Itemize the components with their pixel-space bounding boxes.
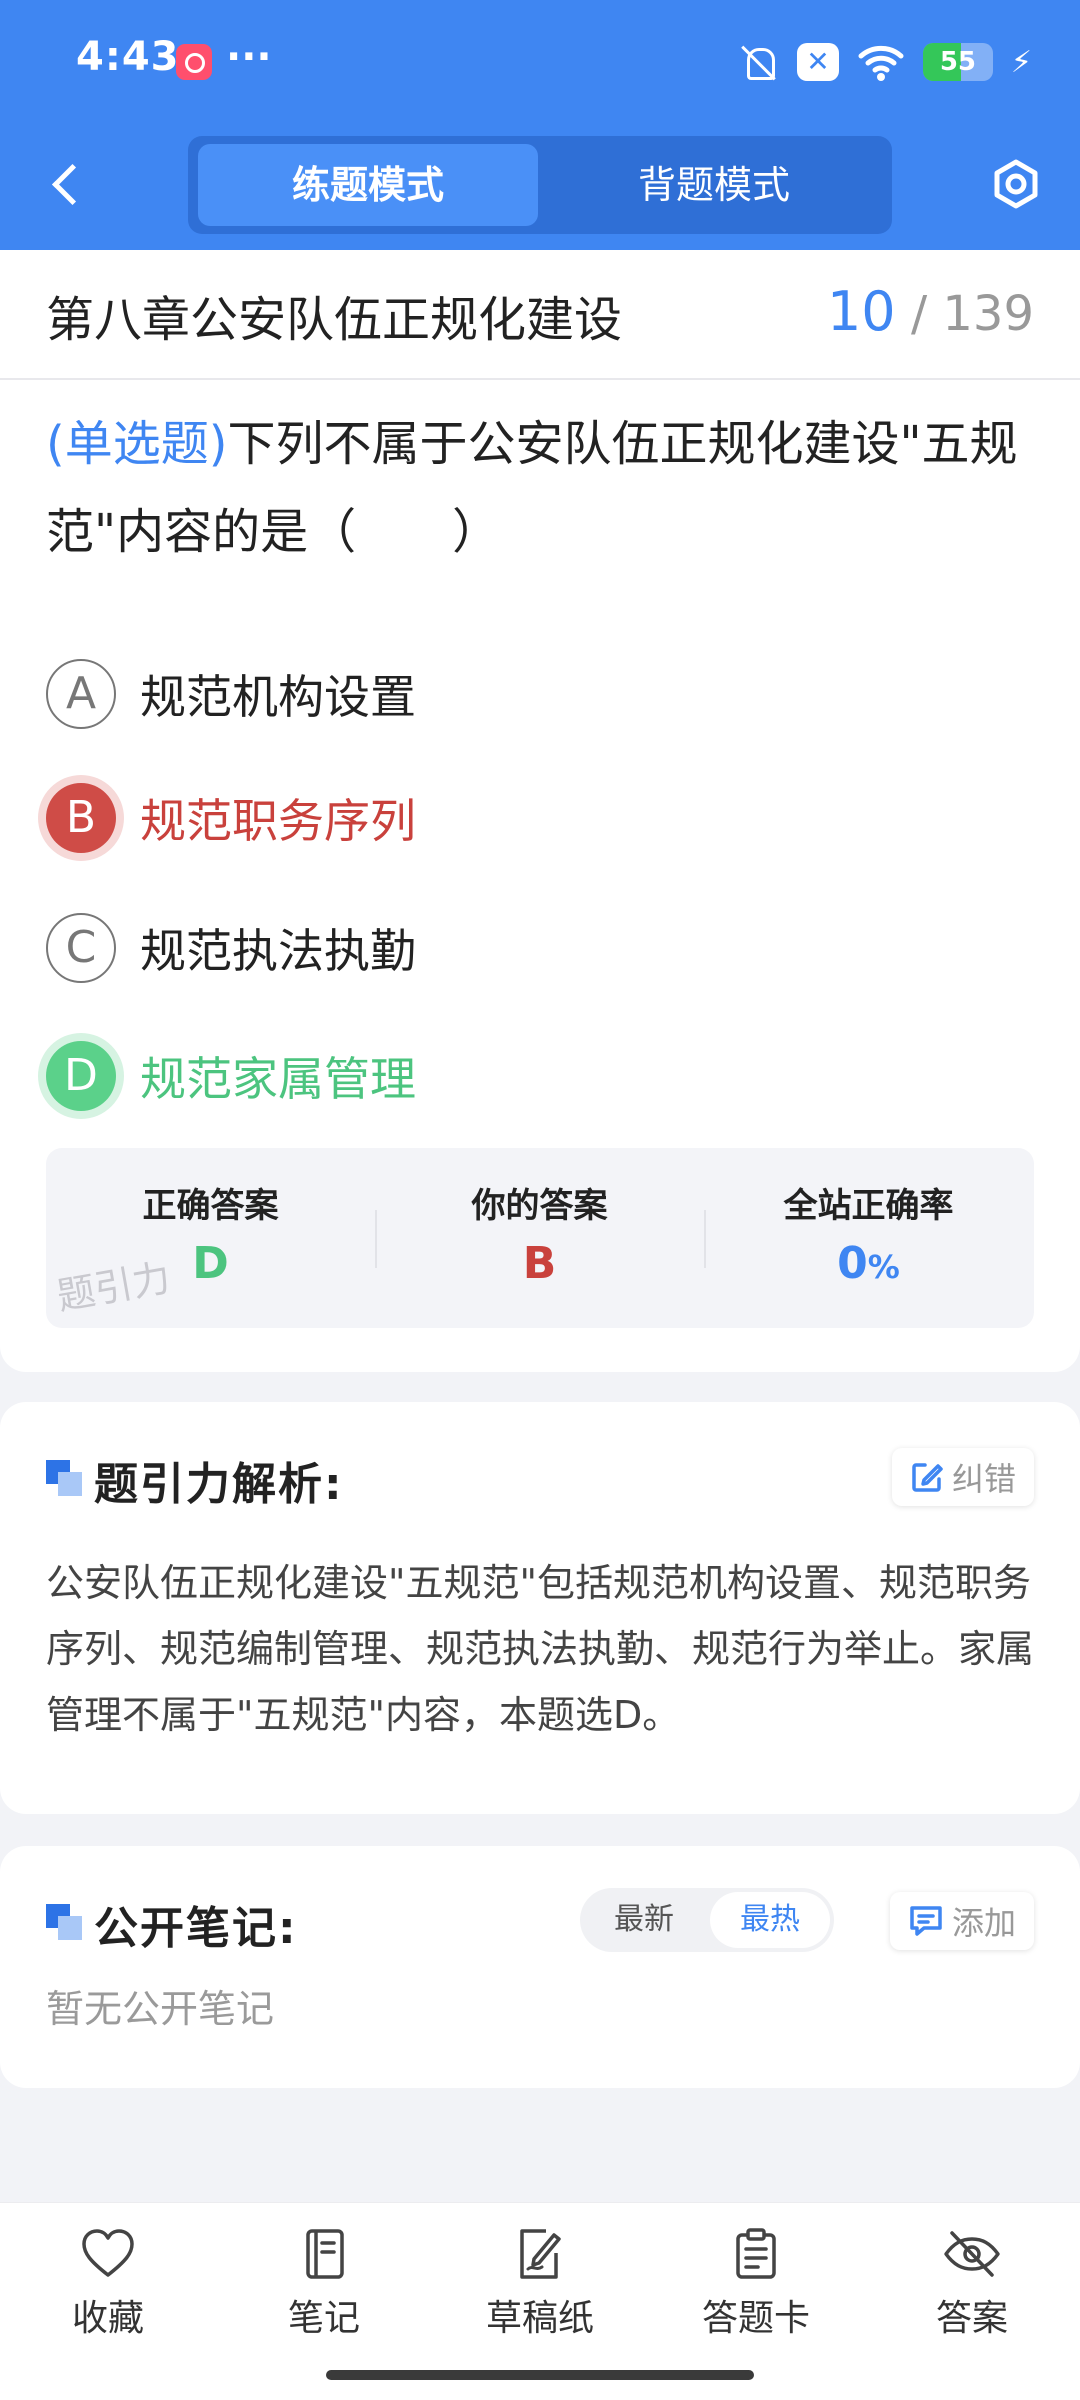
app-notification-icon	[176, 44, 212, 80]
option-text: 规范执法执勤	[140, 924, 416, 978]
your-answer-value: B	[522, 1238, 557, 1289]
top-header: 4:43 ··· ✕ 55 ⚡ 练题模式 背题模式	[0, 0, 1080, 250]
status-icons: ✕ 55 ⚡	[739, 38, 1032, 86]
correct-answer-label: 正确答案	[142, 1186, 279, 1226]
your-answer-stat: 你的答案 B	[375, 1148, 704, 1328]
report-error-button[interactable]: 纠错	[891, 1448, 1034, 1506]
option-text: 规范家属管理	[140, 1052, 416, 1106]
notebook-icon	[306, 2229, 344, 2279]
draft-icon	[520, 2229, 561, 2279]
your-answer-label: 你的答案	[471, 1186, 608, 1226]
answer-stats: 正确答案 D 你的答案 B 全站正确率 0% 题引力	[46, 1148, 1034, 1328]
question-type: (单选题)	[46, 416, 228, 472]
empty-notes-text: 暂无公开笔记	[46, 1987, 275, 2031]
add-note-button[interactable]: 添加	[889, 1892, 1034, 1950]
notes-sort-tabs: 最新 最热	[580, 1888, 834, 1952]
settings-button[interactable]	[986, 154, 1046, 214]
back-button[interactable]	[36, 154, 96, 214]
status-bar: 4:43 ··· ✕ 55 ⚡	[0, 0, 1080, 125]
favorite-label: 收藏	[71, 2298, 144, 2339]
question-stem: (单选题)下列不属于公安队伍正规化建设"五规范"内容的是（ ）	[46, 400, 1036, 576]
practice-screen: 4:43 ··· ✕ 55 ⚡ 练题模式 背题模式 第八章公安队伍正规化建设 1…	[0, 0, 1080, 2400]
answer-card-button[interactable]: 答题卡	[666, 2227, 846, 2341]
question-card: 第八章公安队伍正规化建设 10 / 139 (单选题)下列不属于公安队伍正规化建…	[0, 250, 1080, 1372]
heart-icon	[82, 2229, 134, 2277]
bell-off-icon	[739, 42, 779, 82]
nav-bar: 练题模式 背题模式	[0, 130, 1080, 240]
charging-icon: ⚡	[1010, 44, 1032, 80]
section-icon	[46, 1904, 82, 1940]
chapter-title: 第八章公安队伍正规化建设	[46, 292, 623, 348]
answer-card-icon	[736, 2228, 776, 2279]
wifi-icon	[858, 45, 904, 81]
mode-switch: 练题模式 背题模式	[188, 136, 892, 234]
option-a[interactable]: A 规范机构设置	[46, 654, 416, 734]
option-text: 规范职务序列	[140, 794, 416, 848]
notes-title: 公开笔记:	[94, 1903, 298, 1954]
analysis-card: 题引力解析: 纠错 公安队伍正规化建设"五规范"包括规范机构设置、规范职务序列、…	[0, 1402, 1080, 1814]
option-letter: A	[46, 659, 116, 729]
favorite-button[interactable]: 收藏	[18, 2227, 198, 2341]
current-index: 10	[826, 280, 896, 343]
option-letter: C	[46, 913, 116, 983]
notes-card: 公开笔记: 最新 最热 添加 暂无公开笔记	[0, 1846, 1080, 2088]
draft-paper-label: 草稿纸	[485, 2298, 594, 2339]
answer-card-label: 答题卡	[701, 2298, 810, 2339]
total-count: 139	[942, 286, 1034, 342]
question-counter: 10 / 139	[827, 280, 1034, 343]
analysis-text: 公安队伍正规化建设"五规范"包括规范机构设置、规范职务序列、规范编制管理、规范执…	[46, 1561, 1035, 1737]
report-error-label: 纠错	[951, 1460, 1016, 1498]
option-d[interactable]: D 规范家属管理	[46, 1036, 416, 1116]
show-answer-button[interactable]: 答案	[882, 2227, 1062, 2341]
home-indicator[interactable]	[326, 2370, 754, 2380]
add-note-label: 添加	[951, 1904, 1016, 1942]
edit-icon	[912, 1463, 943, 1492]
comment-icon	[910, 1906, 942, 1936]
tab-practice-mode[interactable]: 练题模式	[198, 144, 538, 226]
accuracy-stat: 全站正确率 0%	[704, 1148, 1033, 1328]
battery-indicator: 55	[922, 43, 993, 81]
x-app-icon: ✕	[796, 43, 839, 81]
sort-hot-tab[interactable]: 最热	[710, 1892, 830, 1948]
draft-paper-button[interactable]: 草稿纸	[450, 2227, 630, 2341]
more-notifications-icon: ···	[226, 34, 272, 80]
counter-separator: /	[910, 286, 928, 342]
option-c[interactable]: C 规范执法执勤	[46, 908, 416, 988]
show-answer-label: 答案	[935, 2298, 1008, 2339]
status-time: 4:43	[76, 34, 180, 80]
tab-recite-mode[interactable]: 背题模式	[544, 144, 884, 226]
eye-off-icon	[944, 2231, 1000, 2277]
section-icon	[46, 1460, 82, 1496]
sort-latest-tab[interactable]: 最新	[584, 1892, 704, 1948]
notes-button[interactable]: 笔记	[234, 2227, 414, 2341]
option-letter: D	[46, 1041, 116, 1111]
accuracy-value: 0%	[837, 1238, 900, 1289]
divider	[0, 378, 1080, 380]
battery-level: 55	[939, 47, 977, 77]
accuracy-label: 全站正确率	[783, 1186, 954, 1226]
option-b[interactable]: B 规范职务序列	[46, 778, 416, 858]
notes-label: 笔记	[287, 2298, 360, 2339]
option-text: 规范机构设置	[140, 670, 416, 724]
option-letter: B	[46, 783, 116, 853]
settings-icon	[994, 159, 1038, 209]
analysis-title: 题引力解析:	[94, 1459, 344, 1510]
